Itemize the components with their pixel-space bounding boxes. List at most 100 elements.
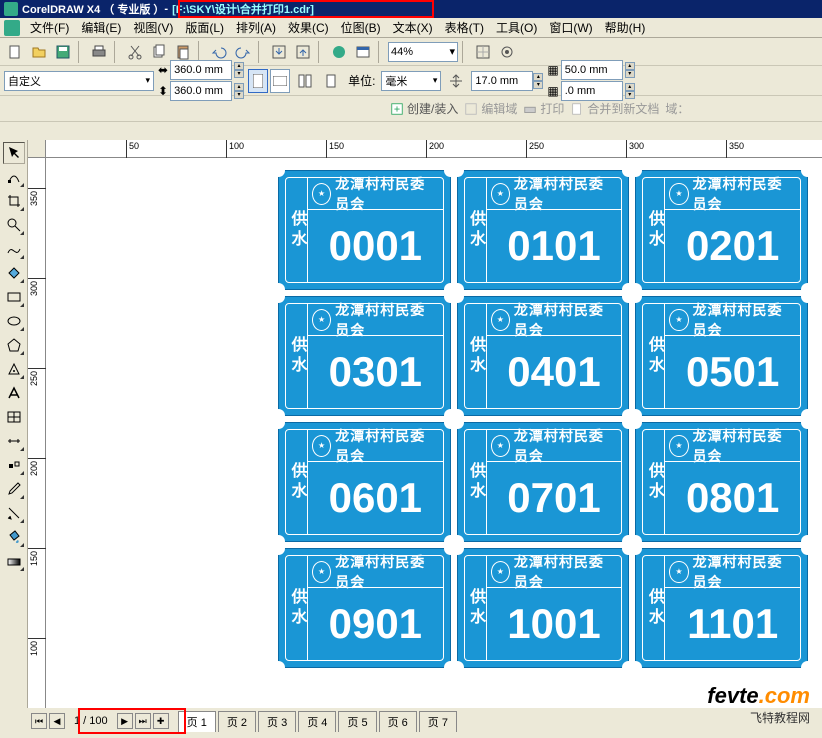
seal-icon: ★: [312, 561, 331, 583]
eyedropper-tool[interactable]: [3, 478, 25, 500]
rectangle-tool[interactable]: [3, 286, 25, 308]
fill-tool[interactable]: [3, 526, 25, 548]
dimension-tool[interactable]: [3, 430, 25, 452]
page-tab-1[interactable]: 页 1: [178, 711, 216, 732]
interactive-tool[interactable]: [3, 454, 25, 476]
dup-y-spinner[interactable]: ▴▾: [625, 83, 635, 99]
menu-tools[interactable]: 工具(O): [490, 17, 543, 38]
portrait-button[interactable]: [248, 69, 268, 93]
snap-button[interactable]: [472, 41, 494, 63]
freehand-tool[interactable]: [3, 238, 25, 260]
menu-effects[interactable]: 效果(C): [282, 17, 335, 38]
ticket-card[interactable]: 供水 ★ 龙潭村村民委员会 1001: [457, 548, 630, 668]
welcome-button[interactable]: [352, 41, 374, 63]
page-preset-combo[interactable]: 自定义 ▾: [4, 71, 154, 91]
page-tab-2[interactable]: 页 2: [218, 711, 256, 732]
create-load-label: 创建/装入: [407, 100, 458, 117]
menu-arrange[interactable]: 排列(A): [230, 17, 282, 38]
export-button[interactable]: [292, 41, 314, 63]
ticket-card[interactable]: 供水 ★ 龙潭村村民委员会 0301: [278, 296, 451, 416]
first-page-button[interactable]: ⏮: [31, 713, 47, 729]
open-button[interactable]: [28, 41, 50, 63]
shape-tool[interactable]: [3, 166, 25, 188]
page-tab-5[interactable]: 页 5: [338, 711, 376, 732]
save-button[interactable]: [52, 41, 74, 63]
ticket-card[interactable]: 供水 ★ 龙潭村村民委员会 0001: [278, 170, 451, 290]
next-page-button[interactable]: ▶: [117, 713, 133, 729]
canvas-area[interactable]: 50 100 150 200 250 300 350 350 300 250 2…: [28, 140, 822, 708]
prev-page-button[interactable]: ◀: [49, 713, 65, 729]
table-tool[interactable]: [3, 406, 25, 428]
new-button[interactable]: [4, 41, 26, 63]
ruler-v-tick: 100: [29, 641, 39, 656]
ticket-card[interactable]: 供水 ★ 龙潭村村民委员会 0201: [635, 170, 808, 290]
landscape-button[interactable]: [270, 69, 290, 93]
ruler-horizontal[interactable]: 50 100 150 200 250 300 350: [46, 140, 822, 158]
menu-view[interactable]: 视图(V): [127, 17, 179, 38]
ticket-card[interactable]: 供水 ★ 龙潭村村民委员会 1101: [635, 548, 808, 668]
ruler-h-tick: 300: [629, 141, 644, 151]
menu-layout[interactable]: 版面(L): [179, 17, 230, 38]
menu-help[interactable]: 帮助(H): [599, 17, 652, 38]
zoom-tool[interactable]: [3, 214, 25, 236]
units-combo[interactable]: 毫米 ▾: [381, 71, 441, 91]
ticket-card[interactable]: 供水 ★ 龙潭村村民委员会 0501: [635, 296, 808, 416]
page-height-input[interactable]: 360.0 mm: [170, 81, 232, 101]
ticket-card[interactable]: 供水 ★ 龙潭村村民委员会 0101: [457, 170, 630, 290]
apply-all-pages-button[interactable]: [294, 70, 316, 92]
page-width-input[interactable]: 360.0 mm: [170, 60, 232, 80]
ticket-side-label: 供水: [643, 304, 665, 408]
pick-tool[interactable]: [3, 142, 25, 164]
nudge-spinner[interactable]: ▴▾: [533, 73, 543, 89]
menu-table[interactable]: 表格(T): [439, 17, 490, 38]
ticket-card[interactable]: 供水 ★ 龙潭村村民委员会 0801: [635, 422, 808, 542]
interactive-fill-tool[interactable]: [3, 550, 25, 572]
crop-tool[interactable]: [3, 190, 25, 212]
polygon-tool[interactable]: [3, 334, 25, 356]
menu-bar[interactable]: 文件(F) 编辑(E) 视图(V) 版面(L) 排列(A) 效果(C) 位图(B…: [0, 18, 822, 38]
menu-bitmap[interactable]: 位图(B): [335, 17, 387, 38]
add-page-button[interactable]: ✚: [153, 713, 169, 729]
merge-new-doc-button[interactable]: 合并到新文档: [570, 100, 659, 117]
dup-y-input[interactable]: .0 mm: [561, 81, 623, 101]
app-launcher-button[interactable]: [328, 41, 350, 63]
text-tool[interactable]: [3, 382, 25, 404]
page-tab-6[interactable]: 页 6: [379, 711, 417, 732]
menu-window[interactable]: 窗口(W): [543, 17, 598, 38]
edit-field-button[interactable]: 编辑域: [464, 100, 517, 117]
dup-x-input[interactable]: 50.0 mm: [561, 60, 623, 80]
ruler-origin[interactable]: [28, 140, 46, 158]
import-button[interactable]: [268, 41, 290, 63]
smart-fill-tool[interactable]: [3, 262, 25, 284]
app-menu-icon[interactable]: [4, 20, 20, 36]
ruler-vertical[interactable]: 350 300 250 200 150 100: [28, 158, 46, 708]
page-tab-3[interactable]: 页 3: [258, 711, 296, 732]
merge-print-toolbar: 创建/装入 编辑域 打印 合并到新文档 域：: [0, 96, 822, 122]
menu-file[interactable]: 文件(F): [24, 17, 75, 38]
last-page-button[interactable]: ⏭: [135, 713, 151, 729]
width-spinner[interactable]: ▴▾: [234, 62, 244, 78]
tickets-grid[interactable]: 供水 ★ 龙潭村村民委员会 0001 供水 ★ 龙潭村村民委员会 0101: [278, 170, 808, 668]
dup-x-value: 50.0 mm: [565, 64, 608, 76]
page-tab-7[interactable]: 页 7: [419, 711, 457, 732]
nudge-input[interactable]: 17.0 mm: [471, 71, 533, 91]
ticket-card[interactable]: 供水 ★ 龙潭村村民委员会 0601: [278, 422, 451, 542]
options-button[interactable]: [496, 41, 518, 63]
ticket-card[interactable]: 供水 ★ 龙潭村村民委员会 0901: [278, 548, 451, 668]
zoom-combo[interactable]: 44% ▾: [388, 42, 458, 62]
cut-button[interactable]: [124, 41, 146, 63]
dup-x-spinner[interactable]: ▴▾: [625, 62, 635, 78]
ticket-card[interactable]: 供水 ★ 龙潭村村民委员会 0401: [457, 296, 630, 416]
page-tab-4[interactable]: 页 4: [298, 711, 336, 732]
height-spinner[interactable]: ▴▾: [234, 83, 244, 99]
menu-text[interactable]: 文本(X): [387, 17, 439, 38]
menu-edit[interactable]: 编辑(E): [75, 17, 127, 38]
ticket-card[interactable]: 供水 ★ 龙潭村村民委员会 0701: [457, 422, 630, 542]
basic-shapes-tool[interactable]: [3, 358, 25, 380]
ellipse-tool[interactable]: [3, 310, 25, 332]
outline-tool[interactable]: [3, 502, 25, 524]
apply-current-page-button[interactable]: [320, 70, 342, 92]
create-load-button[interactable]: 创建/装入: [390, 100, 458, 117]
print-button[interactable]: [88, 41, 110, 63]
merge-print-button[interactable]: 打印: [523, 100, 564, 117]
